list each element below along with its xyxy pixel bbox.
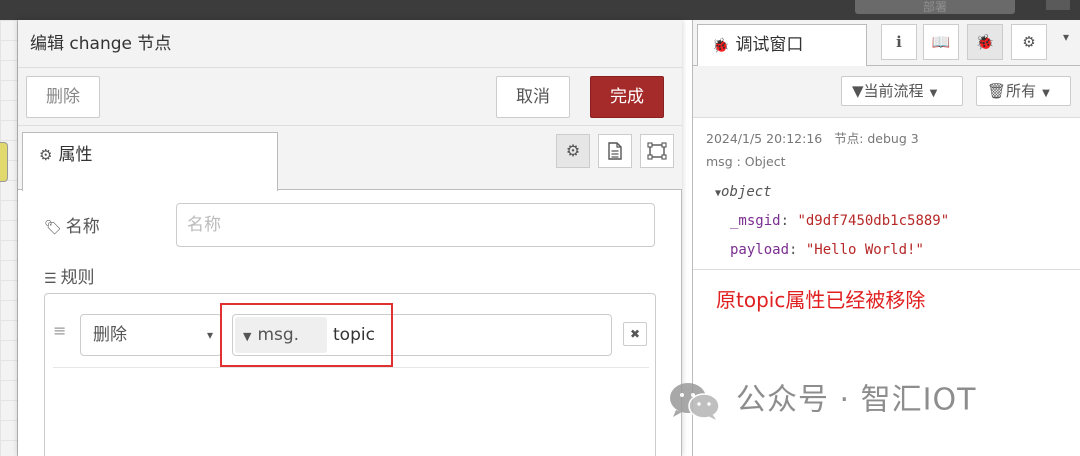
tab-row: ⚙ 属性 ⚙ (18, 126, 682, 191)
rule-action-select[interactable]: 删除 ▾ (80, 314, 222, 356)
appearance-icon[interactable] (640, 134, 674, 168)
edit-tray: 编辑 change 节点 删除 取消 完成 ⚙ 属性 ⚙ 🏷 名称 名称 ☰ 规… (18, 20, 682, 456)
flow-canvas[interactable] (0, 20, 18, 456)
tag-icon: 🏷 (44, 220, 62, 236)
name-label: 🏷 名称 (44, 217, 100, 237)
annotation-text: 原topic属性已经被移除 (716, 288, 926, 312)
cog-icon: ⚙ (39, 146, 53, 164)
tray-toolbar: 删除 取消 完成 (18, 68, 682, 126)
main-menu-button[interactable] (1046, 0, 1070, 10)
done-button[interactable]: 完成 (590, 76, 664, 118)
book-icon[interactable]: 📖 (923, 24, 959, 60)
filter-icon: ▼ (852, 82, 864, 100)
description-icon[interactable] (598, 134, 632, 168)
tab-debug[interactable]: 🐞 调试窗口 (697, 24, 867, 67)
gear-icon[interactable]: ⚙ (1011, 24, 1047, 60)
clear-messages-button[interactable]: 🗑所有 ▼ (976, 76, 1071, 106)
debug-message[interactable]: 2024/1/5 20:12:16 节点: debug 3 msg : Obje… (693, 118, 1080, 270)
debug-toolbar: ▼当前流程 ▼ 🗑所有 ▼ (693, 66, 1080, 118)
message-meta: 2024/1/5 20:12:16 节点: debug 3 (706, 128, 919, 147)
bug-icon[interactable]: 🐞 (967, 24, 1003, 60)
flow-node[interactable] (0, 142, 8, 182)
rules-label: ☰ 规则 (44, 268, 95, 288)
trash-icon: 🗑 (987, 82, 1007, 100)
info-icon[interactable]: i (881, 24, 917, 60)
chevron-down-icon[interactable]: ▾ (1063, 30, 1069, 44)
object-field: payload: "Hello World!" (730, 242, 924, 258)
tab-properties-label: 属性 (58, 145, 93, 165)
highlight-box (220, 303, 393, 367)
message-timestamp: 2024/1/5 20:12:16 (706, 131, 823, 146)
tray-header: 编辑 change 节点 (18, 20, 682, 68)
drag-handle-icon[interactable]: ≡ (53, 321, 66, 340)
wechat-icon (670, 382, 720, 420)
filter-flow-button[interactable]: ▼当前流程 ▼ (841, 76, 963, 106)
message-type: msg : Object (706, 154, 786, 169)
chevron-down-icon: ▾ (206, 328, 213, 342)
app-header: 部署 (0, 0, 1080, 20)
watermark: 公众号 · 智汇IOT (668, 378, 976, 422)
sidebar-tabbar: 🐞 调试窗口 i 📖 🐞 ⚙ ▾ (693, 20, 1080, 67)
cancel-button[interactable]: 取消 (496, 76, 570, 118)
rule-divider (53, 367, 649, 368)
message-node: 节点: debug 3 (834, 131, 919, 146)
tray-title: 编辑 change 节点 (30, 34, 172, 54)
tab-properties[interactable]: ⚙ 属性 (22, 132, 278, 191)
list-icon: ☰ (44, 271, 57, 287)
object-toggle[interactable]: ▼object (715, 184, 772, 200)
caret-down-icon: ▼ (1042, 88, 1050, 99)
remove-rule-button[interactable]: ✖ (623, 322, 647, 346)
object-field: _msgid: "d9df7450db1c5889" (730, 213, 950, 229)
caret-down-icon: ▼ (929, 88, 938, 99)
delete-button[interactable]: 删除 (26, 76, 100, 118)
gear-icon[interactable]: ⚙ (556, 134, 590, 168)
name-input[interactable] (176, 203, 655, 247)
bug-icon: 🐞 (712, 38, 730, 54)
deploy-button[interactable]: 部署 (855, 0, 1015, 14)
